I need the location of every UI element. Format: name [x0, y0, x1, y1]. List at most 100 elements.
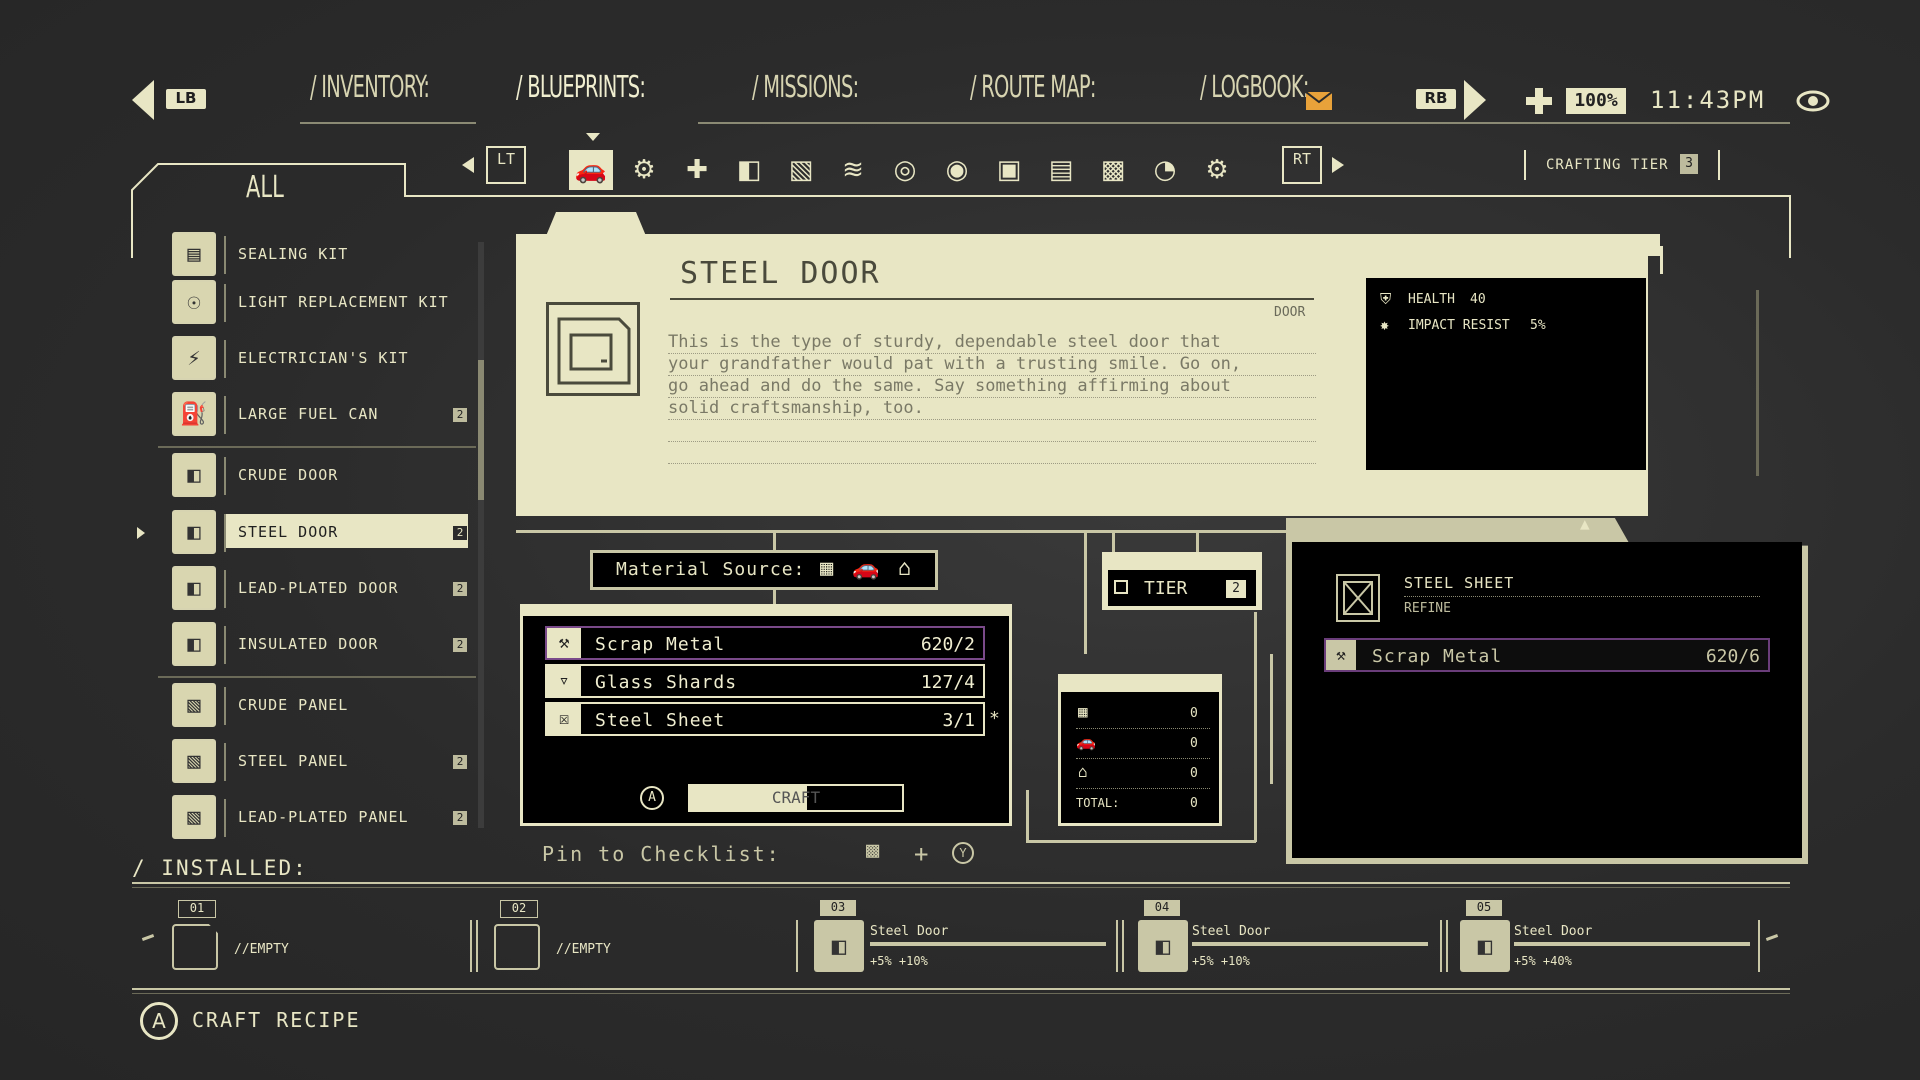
crude-panel-icon: ▧	[172, 683, 216, 727]
slot-divider	[1122, 920, 1124, 972]
item-description: This is the type of sturdy, dependable s…	[668, 332, 1316, 464]
installed-slot-5[interactable]: ◧	[1460, 920, 1510, 972]
list-item-crude-panel[interactable]: ▧ CRUDE PANEL	[172, 683, 472, 731]
material-name: Steel Sheet	[595, 710, 726, 731]
stats-box-bottom	[1366, 470, 1646, 476]
subrecipe-name: STEEL SHEET	[1404, 574, 1515, 592]
description-line: This is the type of sturdy, dependable s…	[668, 332, 1316, 354]
impact-icon: ✸	[1380, 316, 1390, 334]
lead-plated-door-icon: ◧	[172, 566, 216, 610]
installed-slot-2[interactable]	[494, 924, 540, 970]
connector-line	[516, 530, 1286, 533]
list-item-lead-plated-door[interactable]: ◧ LEAD-PLATED DOOR 2	[172, 566, 472, 614]
installed-top-line	[132, 882, 1790, 884]
installed-slash-icon: /	[132, 856, 162, 880]
list-separator	[224, 743, 226, 781]
connector-line	[1026, 790, 1029, 842]
list-item-label: CRUDE PANEL	[238, 696, 349, 714]
material-name: Glass Shards	[595, 672, 738, 693]
list-group-divider	[158, 676, 476, 678]
slot-durability-bar	[870, 942, 1106, 946]
list-scrollbar-track[interactable]	[478, 242, 484, 828]
list-item-sealing-kit[interactable]: ▤ SEALING KIT	[172, 232, 472, 280]
totals-row-divider	[1076, 788, 1210, 789]
lead-plated-panel-icon: ▧	[172, 795, 216, 839]
subrecipe-material-name: Scrap Metal	[1372, 646, 1503, 667]
list-separator	[224, 284, 226, 322]
list-separator	[224, 514, 226, 552]
slot-divider	[470, 920, 472, 972]
installed-slot-1[interactable]	[172, 924, 218, 970]
steel-door-icon: ◧	[1477, 932, 1493, 960]
slot-name: //EMPTY	[556, 942, 611, 957]
connector-line	[1084, 530, 1087, 654]
slot-stats: +5% +40%	[1514, 954, 1572, 968]
slot-name: //EMPTY	[234, 942, 289, 957]
craft-button[interactable]: CRAFT	[688, 784, 904, 812]
installed-slot-3[interactable]: ◧	[814, 920, 864, 972]
selected-item-pointer	[137, 527, 145, 539]
material-row-glass-shards[interactable]: ▿ Glass Shards 127/4	[545, 664, 985, 698]
detail-panel-tab	[546, 212, 646, 236]
list-item-steel-panel[interactable]: ▧ STEEL PANEL 2	[172, 739, 472, 787]
slot-divider	[1116, 920, 1118, 972]
list-item-electricians-kit[interactable]: ⚡ ELECTRICIAN'S KIT	[172, 336, 472, 384]
steel-door-icon: ◧	[172, 510, 216, 554]
list-scrollbar-thumb[interactable]	[478, 360, 484, 500]
sealing-kit-icon: ▤	[172, 232, 216, 276]
car-icon: 🚗	[1076, 732, 1096, 751]
list-item-insulated-door[interactable]: ◧ INSULATED DOOR 2	[172, 622, 472, 670]
impact-label: IMPACT RESIST	[1408, 318, 1510, 333]
connector-line	[1196, 530, 1199, 552]
footer-craft-recipe[interactable]: CRAFT RECIPE	[192, 1008, 361, 1032]
description-line: go ahead and do the same. Say something …	[668, 376, 1316, 398]
footer-a-button[interactable]: A	[140, 1002, 178, 1040]
slot-stats: +5% +10%	[870, 954, 928, 968]
garage-icon: ⌂	[898, 556, 912, 581]
list-item-label: STEEL PANEL	[238, 752, 349, 770]
total-garage-count: 0	[1190, 766, 1198, 781]
shield-icon: ⛨	[1380, 290, 1392, 308]
health-value: 40	[1470, 292, 1486, 307]
tier-label: TIER	[1144, 578, 1188, 599]
stats-box	[1366, 278, 1646, 474]
description-line: your grandfather would pat with a trusti…	[668, 354, 1316, 376]
slot-divider	[796, 920, 798, 972]
description-line: solid craftsmanship, too.	[668, 398, 1316, 420]
item-title: STEEL DOOR	[680, 256, 881, 291]
installed-slot-4[interactable]: ◧	[1138, 920, 1188, 972]
material-row-steel-sheet[interactable]: ☒ Steel Sheet 3/1	[545, 702, 985, 736]
installed-label-text: INSTALLED:	[161, 856, 308, 880]
door-preview-icon	[557, 317, 631, 385]
slot-divider	[476, 920, 478, 972]
list-separator	[224, 457, 226, 495]
material-row-scrap-metal[interactable]: ⚒ Scrap Metal 620/2	[545, 626, 985, 660]
tier-badge: 2	[453, 755, 467, 769]
slot-number: 02	[500, 900, 538, 918]
collapse-arrow-icon[interactable]: ▲	[1580, 514, 1590, 533]
list-item-crude-door[interactable]: ◧ CRUDE DOOR	[172, 453, 472, 501]
description-line-blank	[668, 442, 1316, 464]
title-underline	[670, 298, 1314, 300]
installed-label: / INSTALLED:	[132, 856, 308, 880]
fuel-can-icon: ⛽	[172, 392, 216, 436]
list-separator	[224, 236, 226, 274]
material-name: Scrap Metal	[595, 634, 726, 655]
y-button-icon[interactable]: Y	[952, 842, 974, 864]
list-item-lead-plated-panel[interactable]: ▧ LEAD-PLATED PANEL 2	[172, 795, 472, 843]
subrecipe-material-row[interactable]: ⚒ Scrap Metal 620/6	[1324, 638, 1770, 672]
detail-panel-edge	[1660, 246, 1663, 274]
pin-checklist-label: Pin to Checklist:	[542, 842, 781, 866]
backpack-icon: ▦	[1078, 702, 1088, 721]
list-item-light-replacement-kit[interactable]: ☉ LIGHT REPLACEMENT KIT	[172, 280, 472, 328]
installed-bottom-line	[132, 988, 1790, 990]
connector-line	[1026, 840, 1256, 843]
list-item-steel-door[interactable]: ◧ STEEL DOOR 2	[172, 510, 472, 558]
slot-divider	[1440, 920, 1442, 972]
filter-all-label[interactable]: ALL	[246, 170, 284, 205]
total-car-count: 0	[1190, 736, 1198, 751]
material-count: 3/1	[942, 710, 975, 731]
clipboard-icon[interactable]: ▩	[866, 838, 879, 863]
list-item-large-fuel-can[interactable]: ⛽ LARGE FUEL CAN 2	[172, 392, 472, 440]
slot-durability-bar	[1192, 942, 1428, 946]
